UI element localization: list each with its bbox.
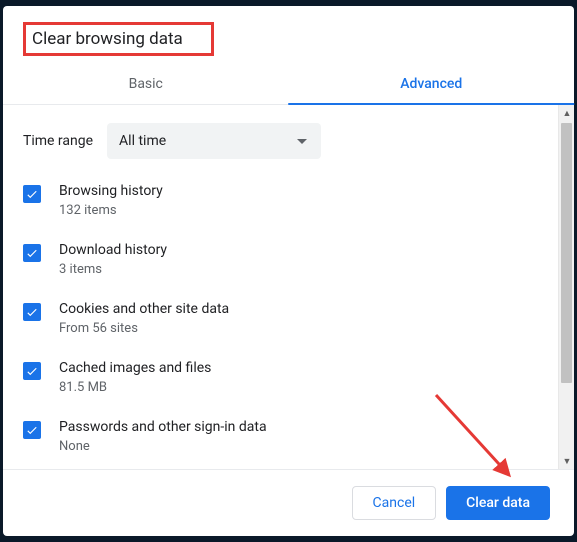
clear-data-button[interactable]: Clear data <box>446 486 550 520</box>
item-title: Download history <box>59 242 167 258</box>
item-sub: 3 items <box>59 262 167 277</box>
footer: Cancel Clear data <box>3 469 574 536</box>
checkbox-cache[interactable] <box>23 362 41 380</box>
list-item: Browsing history 132 items <box>23 183 554 218</box>
item-title: Browsing history <box>59 183 163 199</box>
tabs: Basic Advanced <box>3 66 574 105</box>
check-icon <box>25 364 39 378</box>
list-item: Cached images and files 81.5 MB <box>23 360 554 395</box>
scroll-up-icon[interactable]: ▲ <box>559 105 574 121</box>
item-title: Cached images and files <box>59 360 211 376</box>
list-item: Download history 3 items <box>23 242 554 277</box>
item-text: Cached images and files 81.5 MB <box>59 360 211 395</box>
checkbox-passwords[interactable] <box>23 421 41 439</box>
item-title: Passwords and other sign-in data <box>59 419 267 435</box>
item-sub: 132 items <box>59 203 163 218</box>
dialog-title: Clear browsing data <box>32 29 183 49</box>
data-items-list: Browsing history 132 items Download hist… <box>23 183 554 469</box>
time-range-value: All time <box>119 133 166 149</box>
title-bar: Clear browsing data <box>3 6 574 66</box>
content-area: Time range All time Browsing history 132… <box>3 105 574 469</box>
list-item: Cookies and other site data From 56 site… <box>23 301 554 336</box>
check-icon <box>25 305 39 319</box>
cancel-button[interactable]: Cancel <box>352 486 437 520</box>
item-text: Download history 3 items <box>59 242 167 277</box>
dialog: Clear browsing data Basic Advanced Time … <box>3 6 574 536</box>
scrollbar-thumb[interactable] <box>561 123 572 383</box>
check-icon <box>25 246 39 260</box>
item-sub: None <box>59 439 267 454</box>
checkbox-download-history[interactable] <box>23 244 41 262</box>
checkbox-browsing-history[interactable] <box>23 185 41 203</box>
scroll-content: Time range All time Browsing history 132… <box>3 105 574 469</box>
checkbox-cookies[interactable] <box>23 303 41 321</box>
chevron-down-icon <box>297 139 307 144</box>
time-range-select[interactable]: All time <box>107 123 321 159</box>
check-icon <box>25 423 39 437</box>
item-text: Passwords and other sign-in data None <box>59 419 267 454</box>
tab-advanced[interactable]: Advanced <box>289 66 575 104</box>
tab-basic[interactable]: Basic <box>3 66 289 104</box>
time-range-row: Time range All time <box>23 123 554 159</box>
item-text: Browsing history 132 items <box>59 183 163 218</box>
scrollbar[interactable]: ▲ ▼ <box>558 105 574 469</box>
title-highlight-box: Clear browsing data <box>23 22 214 56</box>
list-item: Passwords and other sign-in data None <box>23 419 554 454</box>
time-range-label: Time range <box>23 133 93 149</box>
check-icon <box>25 187 39 201</box>
item-text: Cookies and other site data From 56 site… <box>59 301 229 336</box>
scroll-down-icon[interactable]: ▼ <box>559 453 574 469</box>
item-sub: 81.5 MB <box>59 380 211 395</box>
item-sub: From 56 sites <box>59 321 229 336</box>
item-title: Cookies and other site data <box>59 301 229 317</box>
